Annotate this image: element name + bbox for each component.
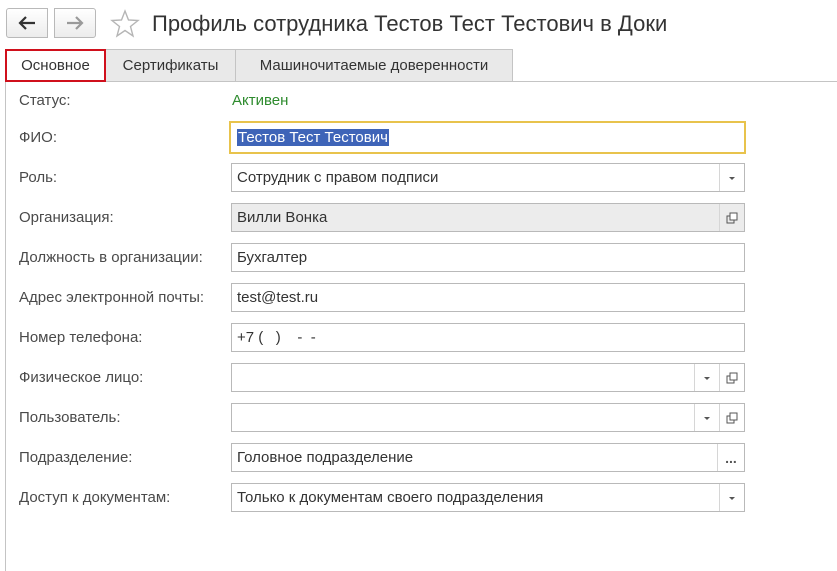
user-dropdown-button[interactable] (694, 404, 719, 431)
tab-certificates[interactable]: Сертификаты (105, 49, 236, 81)
chevron-down-icon (704, 376, 710, 380)
back-button[interactable] (6, 8, 48, 38)
position-field[interactable]: Бухгалтер (231, 243, 745, 272)
chevron-down-icon (729, 496, 735, 500)
organization-field[interactable]: Вилли Вонка (231, 203, 745, 232)
tab-bar: Основное Сертификаты Машиночитаемые дове… (5, 49, 513, 82)
chevron-down-icon (729, 176, 735, 180)
favorite-star-icon[interactable] (110, 9, 140, 39)
person-field[interactable] (231, 363, 745, 392)
role-select[interactable]: Сотрудник с правом подписи (231, 163, 745, 192)
access-value: Только к документам своего подразделения (237, 489, 544, 506)
phone-field[interactable]: +7 ( ) - - (231, 323, 745, 352)
department-value: Головное подразделение (237, 449, 414, 466)
open-window-icon (726, 412, 738, 423)
tab-panel-border (5, 81, 837, 82)
person-label: Физическое лицо: (19, 369, 144, 386)
phone-label: Номер телефона: (19, 329, 143, 346)
access-dropdown-button[interactable] (719, 484, 744, 511)
role-dropdown-button[interactable] (719, 164, 744, 191)
access-label: Доступ к документам: (19, 489, 171, 506)
page-title: Профиль сотрудника Тестов Тест Тестович … (152, 11, 668, 36)
department-field[interactable]: Головное подразделение ... (231, 443, 745, 472)
tab-machine-readable-poa[interactable]: Машиночитаемые доверенности (235, 49, 513, 81)
open-window-icon (726, 212, 738, 223)
department-label: Подразделение: (19, 449, 133, 466)
person-dropdown-button[interactable] (694, 364, 719, 391)
person-open-button[interactable] (719, 364, 744, 391)
email-field[interactable]: test@test.ru (231, 283, 745, 312)
chevron-down-icon (704, 416, 710, 420)
role-value: Сотрудник с правом подписи (237, 169, 439, 186)
email-value: test@test.ru (237, 289, 319, 306)
forward-button[interactable] (54, 8, 96, 38)
open-window-icon (726, 372, 738, 383)
fio-label: ФИО: (19, 129, 58, 146)
user-open-button[interactable] (719, 404, 744, 431)
access-select[interactable]: Только к документам своего подразделения (231, 483, 745, 512)
position-label: Должность в организации: (19, 249, 203, 266)
organization-label: Организация: (19, 209, 114, 226)
user-field[interactable] (231, 403, 745, 432)
organization-open-button[interactable] (719, 204, 744, 231)
status-value: Активен (232, 92, 289, 109)
tab-main[interactable]: Основное (5, 49, 106, 82)
department-choose-button[interactable]: ... (717, 444, 744, 471)
status-label: Статус: (19, 92, 71, 109)
user-label: Пользователь: (19, 409, 121, 426)
position-value: Бухгалтер (237, 249, 308, 266)
phone-value: +7 ( ) - - (237, 329, 316, 346)
arrow-left-icon (18, 16, 35, 30)
tab-panel-left-border (5, 81, 6, 571)
organization-value: Вилли Вонка (237, 209, 328, 226)
email-label: Адрес электронной почты: (19, 289, 205, 306)
fio-value: Тестов Тест Тестович (237, 129, 389, 146)
fio-field[interactable]: Тестов Тест Тестович (229, 121, 746, 154)
role-label: Роль: (19, 169, 58, 186)
arrow-right-icon (67, 16, 84, 30)
